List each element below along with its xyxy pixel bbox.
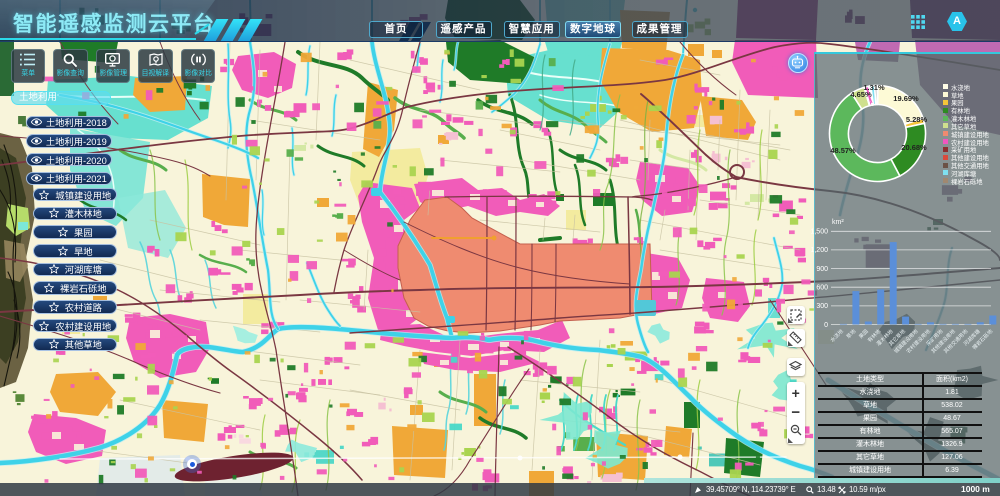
svg-text:300: 300	[816, 303, 828, 310]
svg-text:km²: km²	[832, 219, 844, 226]
svg-text:1.31%: 1.31%	[863, 83, 885, 92]
svg-text:1,200: 1,200	[810, 247, 828, 254]
svg-text:1,500: 1,500	[810, 229, 828, 236]
svg-text:19.69%: 19.69%	[893, 94, 919, 103]
svg-text:5.28%: 5.28%	[906, 115, 928, 124]
svg-text:水浇地: 水浇地	[828, 327, 845, 344]
svg-text:48.57%: 48.57%	[830, 146, 856, 155]
svg-text:600: 600	[816, 285, 828, 292]
svg-text:0: 0	[824, 322, 828, 329]
svg-text:草地: 草地	[844, 327, 857, 340]
svg-text:900: 900	[816, 266, 828, 273]
svg-text:20.68%: 20.68%	[901, 143, 927, 152]
